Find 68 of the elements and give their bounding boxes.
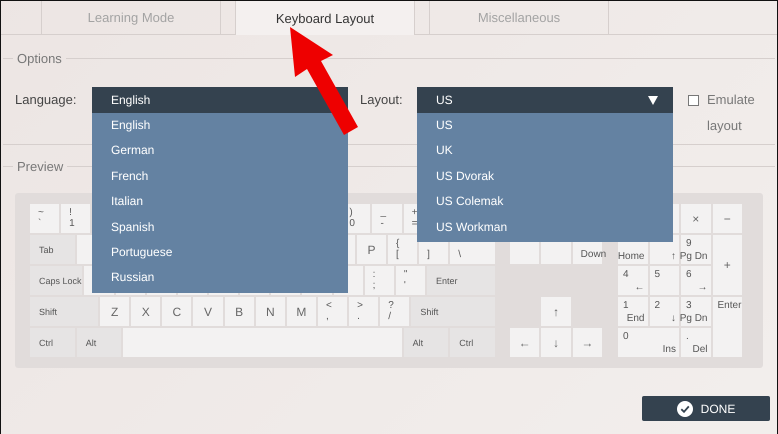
keyboard-key: 3 Pg Dn — [681, 297, 710, 326]
keyboard-key: Tab — [30, 235, 75, 264]
keyboard-key: " ' — [396, 266, 425, 295]
keyboard-key: Shift — [30, 297, 98, 326]
keyboard-key: → — [572, 328, 602, 357]
keyboard-key: . Del — [681, 328, 710, 357]
keyboard-key: 1 End — [618, 297, 648, 326]
keyboard-key: V — [193, 297, 223, 326]
tab[interactable]: Learning Mode — [41, 1, 221, 34]
keyboard-key: 4 ← — [618, 266, 648, 295]
keyboard-key: Enter — [426, 266, 495, 295]
field-label: Language: — [15, 91, 78, 109]
dropdown[interactable]: English — [92, 87, 348, 113]
keyboard-key: ~ ` — [30, 204, 60, 233]
dropdown-option[interactable]: German — [111, 138, 154, 164]
keyboard-key: 6 → — [681, 266, 710, 295]
dropdown-option[interactable]: Russian — [111, 265, 154, 291]
keyboard-key: 9 Pg Dn — [681, 235, 710, 264]
done-button[interactable]: DONE — [642, 396, 770, 421]
dropdown-option[interactable]: Spanish — [111, 214, 154, 240]
tab[interactable]: Miscellaneous — [429, 1, 609, 34]
section-legend: Preview — [13, 159, 68, 174]
checkbox-label: Emulate layout — [707, 91, 756, 135]
keyboard-key: C — [162, 297, 192, 326]
keyboard-key: N — [256, 297, 285, 326]
keyboard-key: 2 ↓ — [650, 297, 679, 326]
keyboard-key: M — [286, 297, 316, 326]
keyboard-key: 0 Ins — [618, 328, 679, 357]
dropdown-option[interactable]: US Colemak — [436, 189, 504, 215]
keyboard-key: + — [712, 235, 742, 295]
keyboard-key: Caps Lock — [30, 266, 82, 295]
keyboard-key: ! 1 — [61, 204, 90, 233]
keyboard-key: Z — [100, 297, 130, 326]
keyboard-key: ↑ — [541, 297, 571, 326]
keyboard-key: Alt — [404, 328, 448, 357]
dropdown-option[interactable]: Portuguese — [111, 240, 172, 266]
keyboard-key: X — [131, 297, 160, 326]
dropdown-option[interactable]: French — [111, 164, 148, 190]
dropdown-option[interactable]: US Dvorak — [436, 164, 494, 190]
section-legend: Options — [13, 51, 66, 66]
caret-icon — [648, 96, 658, 104]
keyboard-key: _ - — [372, 204, 402, 233]
keyboard-key: Ctrl — [450, 328, 495, 357]
dropdown-option[interactable]: UK — [436, 138, 453, 164]
keyboard-key: Shift — [411, 297, 495, 326]
keyboard-key: B — [224, 297, 254, 326]
keyboard-key: Alt — [76, 328, 122, 357]
keyboard-key: : ; — [364, 266, 394, 295]
dropdown-option[interactable]: English — [111, 113, 150, 138]
dropdown-option[interactable]: Italian — [111, 189, 144, 215]
tab[interactable]: Keyboard Layout — [235, 1, 415, 35]
keyboard-key: > . — [349, 297, 378, 326]
keyboard-key: Enter — [712, 297, 742, 357]
keyboard-key: ← — [510, 328, 540, 357]
checkbox[interactable] — [688, 95, 699, 106]
keyboard-key: ? / — [380, 297, 410, 326]
keyboard-key: − — [712, 204, 742, 233]
keyboard-key: P — [356, 235, 386, 264]
keyboard-key: < , — [318, 297, 348, 326]
dropdown-option[interactable]: US — [436, 113, 453, 138]
keyboard-key: Ctrl — [30, 328, 75, 357]
dropdown[interactable]: US — [417, 87, 673, 113]
keyboard-key: 5 — [650, 266, 679, 295]
keyboard-key: { [ — [388, 235, 418, 264]
keyboard-key: ↓ — [541, 328, 571, 357]
check-icon — [676, 400, 693, 416]
field-label: Layout: — [360, 91, 404, 109]
keyboard-key: × — [681, 204, 710, 233]
